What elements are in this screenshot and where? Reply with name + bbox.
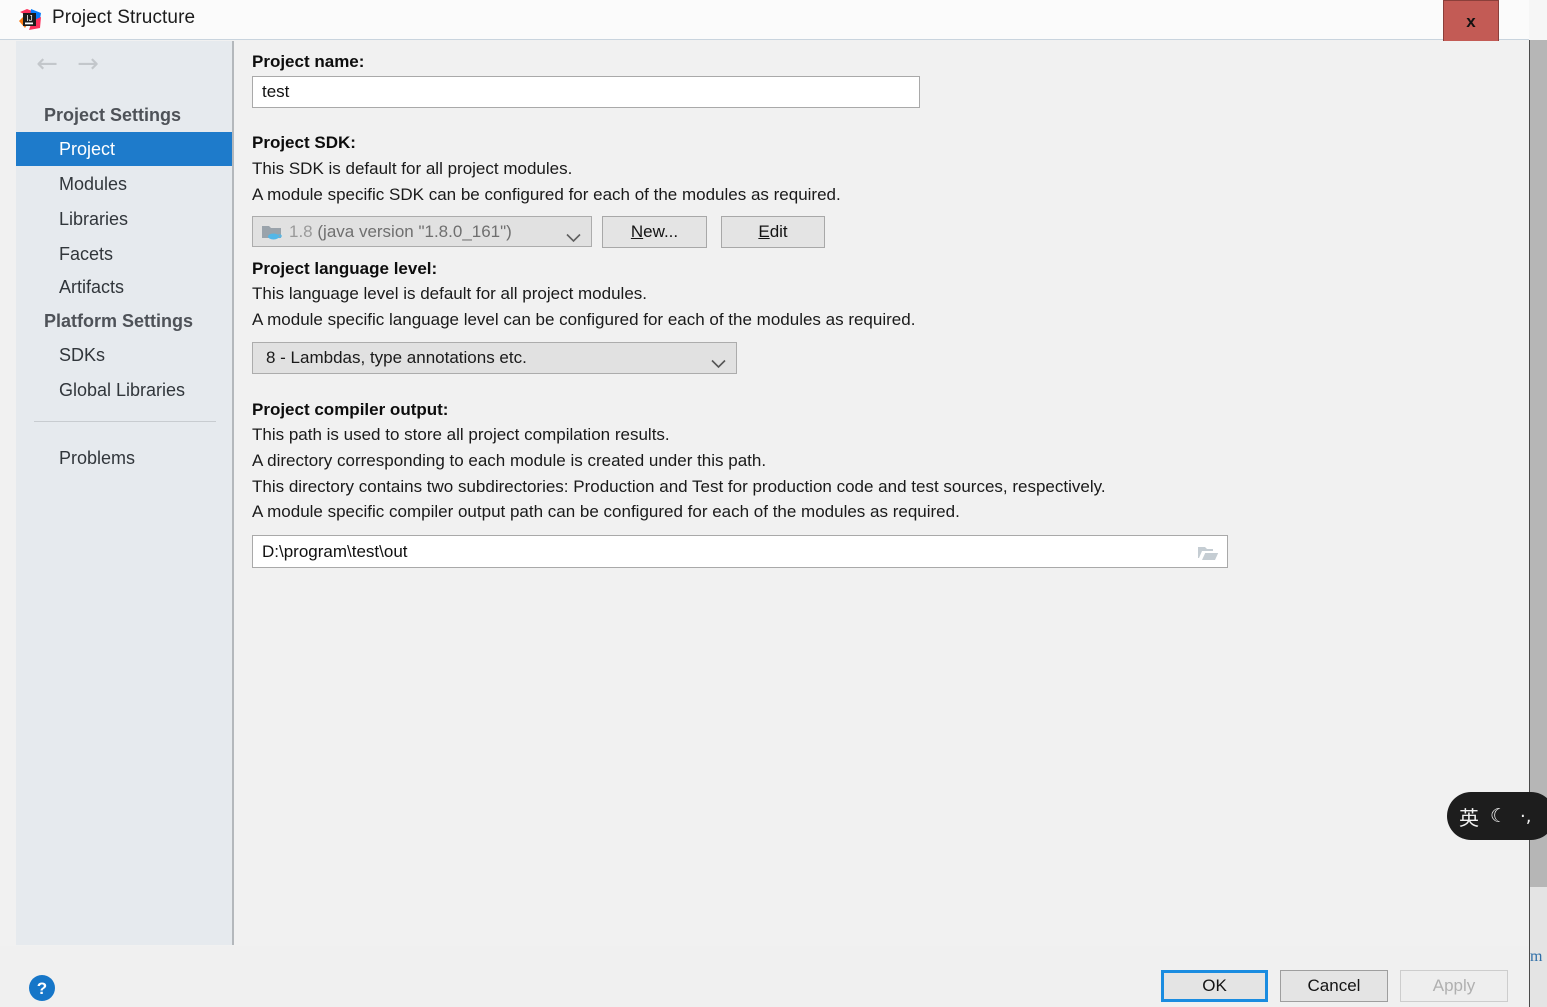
ime-status-widget[interactable]: 英 ☾ ·, — [1447, 792, 1547, 840]
ime-punctuation-label[interactable]: ·, — [1520, 806, 1531, 827]
sidebar-group-project-settings: Project Settings — [44, 105, 182, 125]
close-button[interactable]: x — [1443, 0, 1499, 42]
sidebar-item-project[interactable]: Project — [16, 132, 232, 166]
background-tab-text: m — [1530, 948, 1543, 965]
settings-sidebar: ← → Project Settings Project Modules Lib… — [16, 41, 234, 945]
language-level-value: 8 - Lambdas, type annotations etc. — [266, 348, 527, 367]
compiler-output-desc-3: This directory contains two subdirectori… — [252, 477, 1106, 496]
project-name-input[interactable]: test — [252, 76, 920, 108]
project-sdk-desc-2: A module specific SDK can be configured … — [252, 185, 841, 204]
language-level-label: Project language level: — [252, 259, 438, 278]
project-settings-pane: Project name: test Project SDK: This SDK… — [238, 41, 1529, 945]
sidebar-item-libraries[interactable]: Libraries — [16, 202, 232, 236]
intellij-idea-icon: IJ — [18, 8, 42, 32]
compiler-output-desc-4: A module specific compiler output path c… — [252, 502, 960, 521]
compiler-output-value: D:\program\test\out — [262, 541, 408, 561]
compiler-output-label: Project compiler output: — [252, 400, 449, 419]
arrow-left-icon[interactable]: ← — [32, 51, 62, 79]
sidebar-item-sdks[interactable]: SDKs — [16, 338, 232, 372]
svg-text:IJ: IJ — [26, 14, 32, 23]
project-name-label: Project name: — [252, 52, 365, 71]
compiler-output-desc-2: A directory corresponding to each module… — [252, 451, 767, 470]
new-sdk-button-label: New... — [630, 222, 679, 241]
sidebar-item-facets[interactable]: Facets — [16, 237, 232, 271]
background-scrollbar[interactable] — [1529, 40, 1547, 887]
ok-button[interactable]: OK — [1161, 970, 1268, 1002]
screen-root: m IJ Project Structure x ← → Project Set… — [0, 0, 1547, 1007]
compiler-output-desc-1: This path is used to store all project c… — [252, 425, 670, 444]
apply-button: Apply — [1400, 970, 1508, 1002]
sidebar-nav-arrows: ← → — [32, 51, 248, 81]
chevron-down-icon — [566, 227, 581, 242]
arrow-right-icon[interactable]: → — [73, 51, 103, 79]
java-sdk-folder-icon — [261, 223, 283, 241]
project-sdk-combo[interactable]: 1.8 (java version "1.8.0_161") — [252, 216, 592, 247]
project-sdk-desc-1: This SDK is default for all project modu… — [252, 159, 573, 178]
dialog-title: Project Structure — [52, 7, 196, 28]
ime-language-label[interactable]: 英 — [1459, 802, 1479, 831]
folder-open-icon[interactable] — [1191, 538, 1225, 568]
language-level-combo[interactable]: 8 - Lambdas, type annotations etc. — [252, 342, 737, 374]
sidebar-item-artifacts[interactable]: Artifacts — [16, 270, 232, 304]
sidebar-group-platform-settings: Platform Settings — [44, 311, 194, 331]
chevron-down-icon — [711, 354, 726, 369]
sidebar-item-problems[interactable]: Problems — [16, 441, 232, 475]
sidebar-item-global-libraries[interactable]: Global Libraries — [16, 373, 232, 407]
project-sdk-name: 1.8 — [289, 221, 313, 241]
project-sdk-version: (java version "1.8.0_161") — [317, 221, 512, 241]
new-sdk-button[interactable]: New... — [602, 216, 707, 248]
half-moon-icon[interactable]: ☾ — [1490, 805, 1507, 827]
edit-sdk-button-label: Edit — [758, 222, 788, 241]
dialog-titlebar: IJ Project Structure x — [0, 0, 1529, 42]
question-mark-icon[interactable]: ? — [29, 975, 55, 1001]
project-sdk-value: 1.8 (java version "1.8.0_161") — [289, 222, 512, 242]
compiler-output-input[interactable]: D:\program\test\out — [252, 535, 1228, 568]
project-structure-dialog: IJ Project Structure x ← → Project Setti… — [0, 0, 1529, 1007]
sidebar-item-modules[interactable]: Modules — [16, 167, 232, 201]
cancel-button[interactable]: Cancel — [1280, 970, 1388, 1002]
language-level-desc-1: This language level is default for all p… — [252, 284, 647, 303]
edit-sdk-button[interactable]: Edit — [721, 216, 825, 248]
language-level-desc-2: A module specific language level can be … — [252, 310, 916, 329]
project-sdk-label: Project SDK: — [252, 133, 356, 152]
sidebar-separator — [34, 421, 216, 422]
